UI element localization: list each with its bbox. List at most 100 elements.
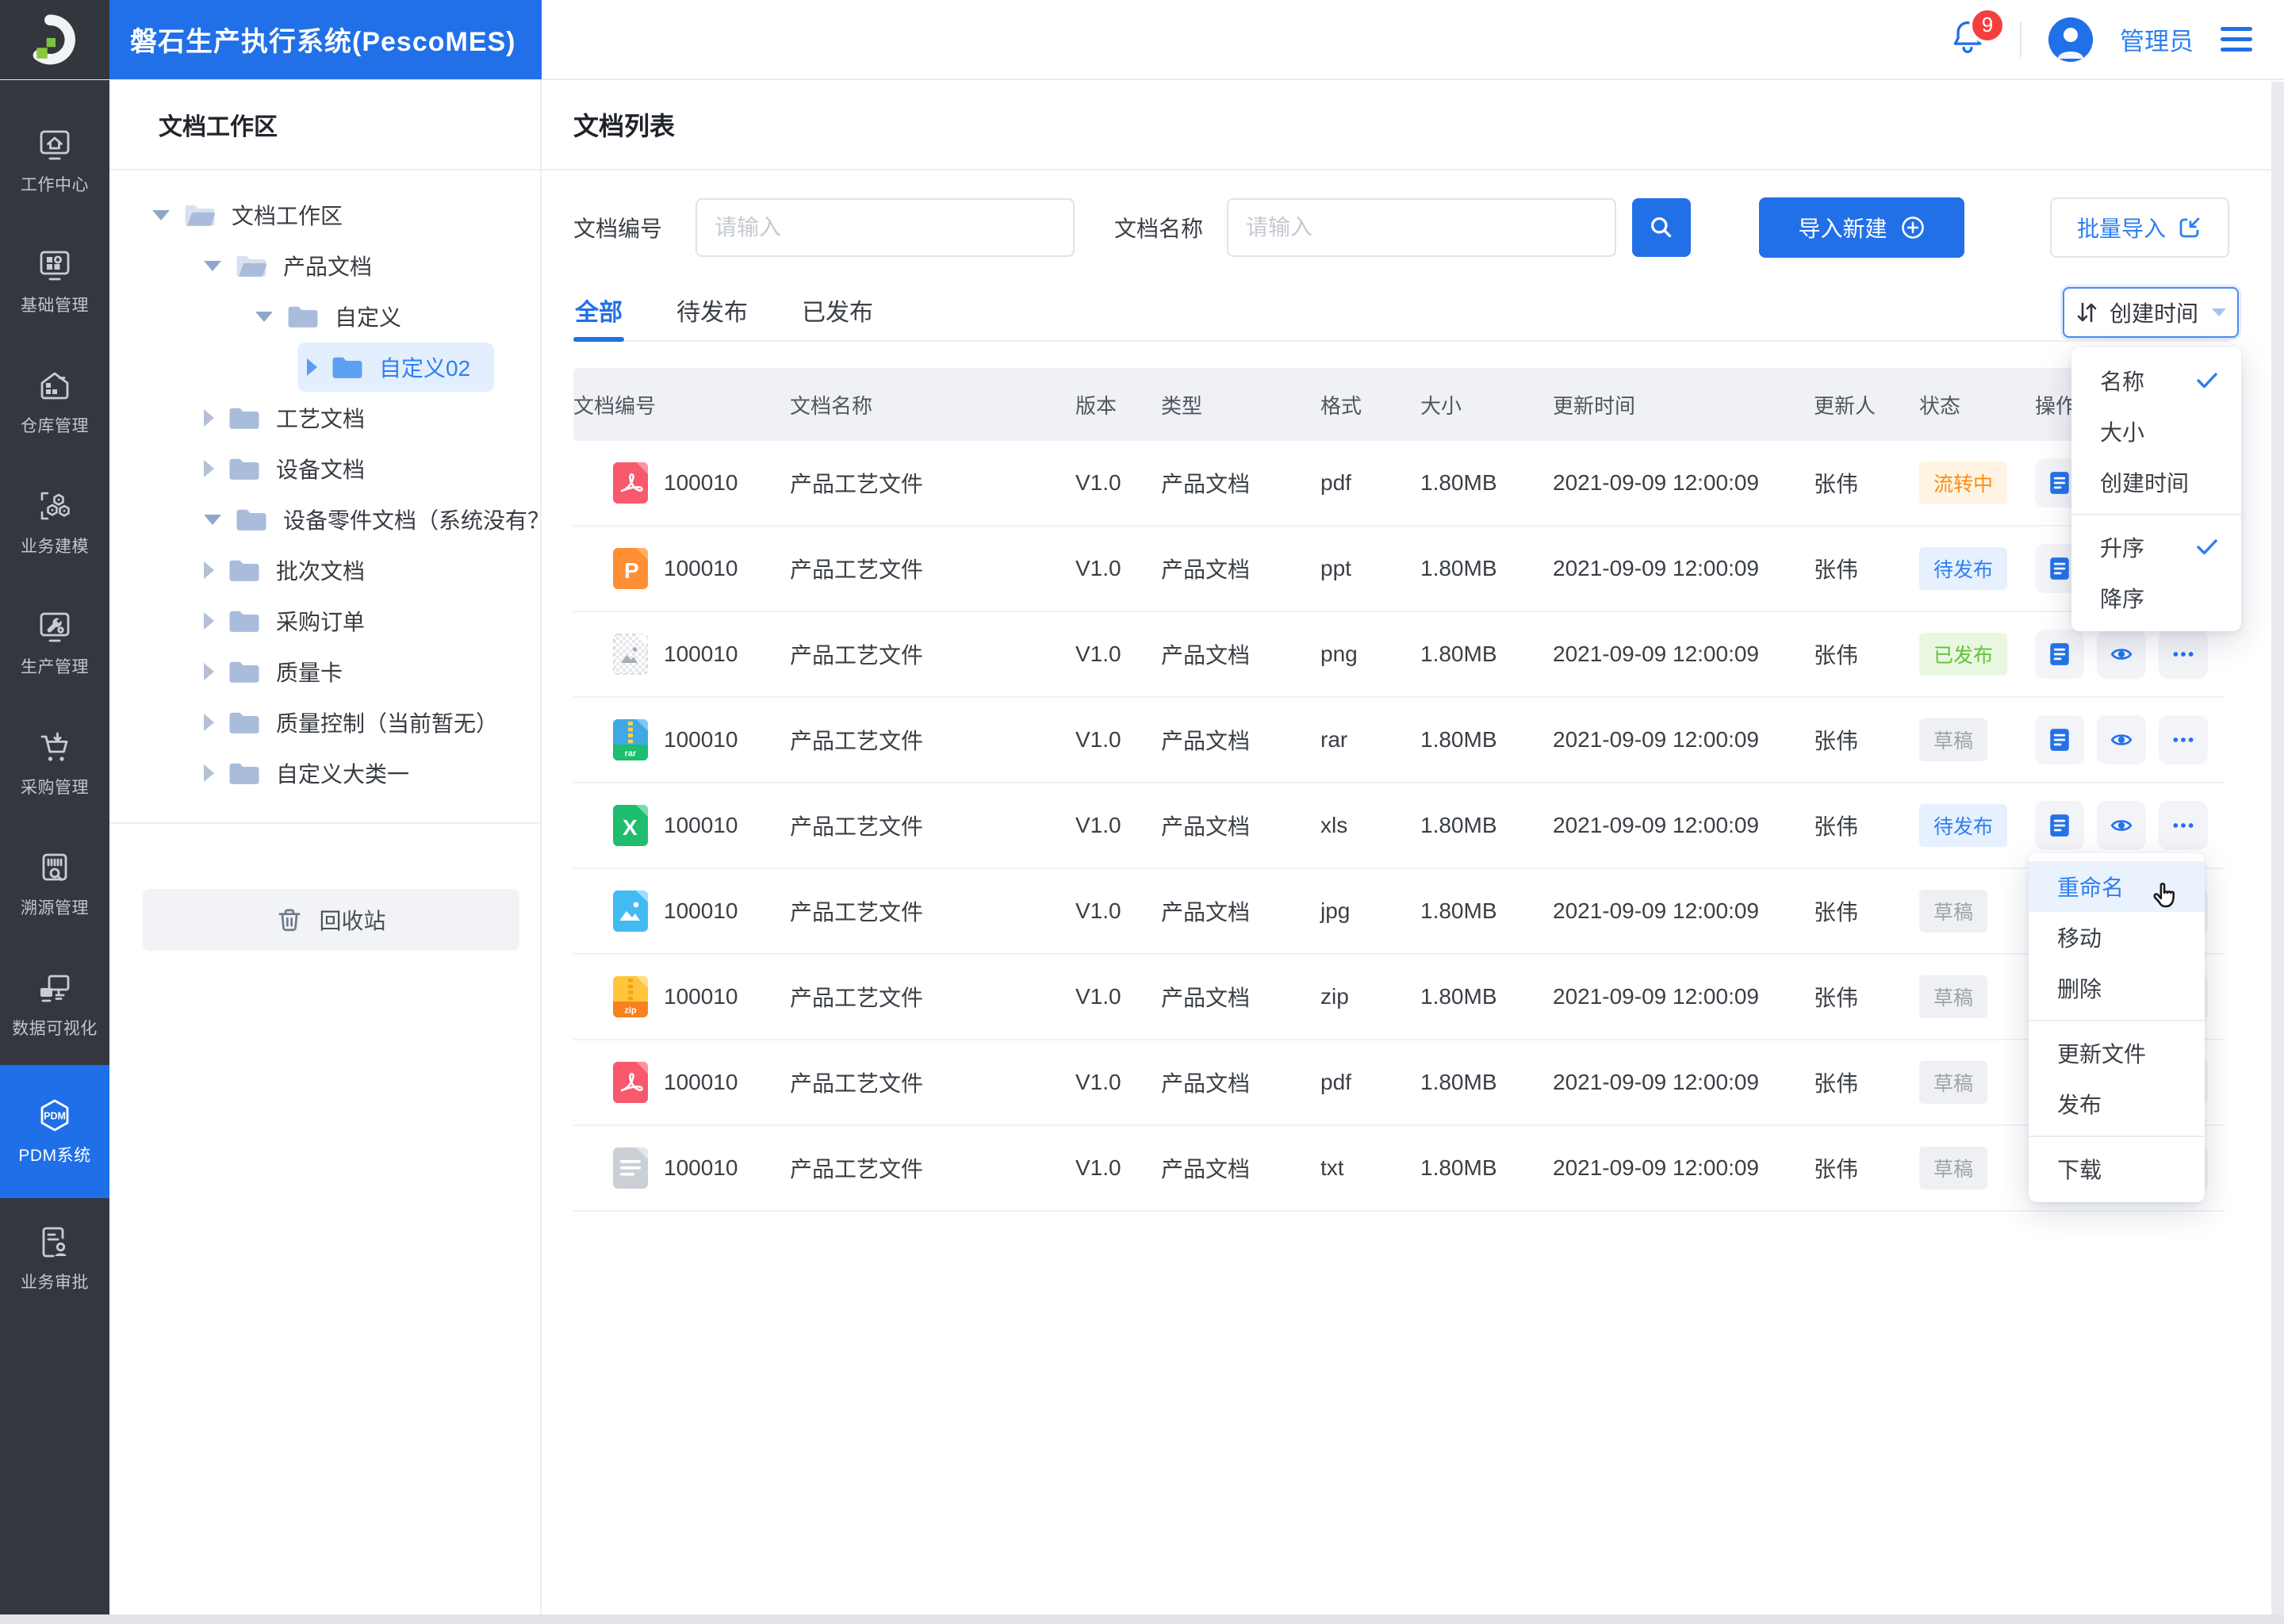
caret-icon[interactable] [255,311,273,322]
context-menu-item[interactable]: 发布 [2029,1078,2205,1129]
context-menu-item[interactable]: 移动 [2029,912,2205,963]
tree-node[interactable]: 自定义02 [109,342,540,393]
caret-icon[interactable] [204,714,214,731]
sort-button[interactable]: 创建时间 [2063,287,2239,338]
caret-icon[interactable] [204,561,214,579]
table-row[interactable]: 100010 产品工艺文件 V1.0 产品文档 ppt 1.80MB 2021-… [573,527,2225,612]
table-row[interactable]: 100010 产品工艺文件 V1.0 产品文档 rar 1.80MB 2021-… [573,698,2225,783]
table-row[interactable]: 100010 产品工艺文件 V1.0 产品文档 pdf 1.80MB 2021-… [573,441,2225,527]
sort-field-label: 名称 [2100,370,2145,394]
nav-rail-item[interactable]: 采购管理 [0,703,109,824]
nav-rail-item[interactable]: 数据可视化 [0,944,109,1065]
table-row[interactable]: 100010 产品工艺文件 V1.0 产品文档 png 1.80MB 2021-… [573,612,2225,698]
context-menu-item[interactable]: 下载 [2029,1143,2205,1194]
tree-node[interactable]: 质量控制（当前暂无） [109,697,540,748]
doc-updated: 2021-09-09 12:00:09 [1553,727,1759,752]
nav-rail-item[interactable]: 工作中心 [0,101,109,221]
status-badge: 草稿 [1919,890,1988,933]
doc-name: 产品工艺文件 [790,986,924,1010]
sort-field-option[interactable]: 名称 [2071,355,2241,406]
file-type-icon [613,805,648,846]
sort-field-option[interactable]: 创建时间 [2071,457,2241,508]
caret-icon[interactable] [204,663,214,680]
menu-burger-icon[interactable] [2221,27,2252,52]
caret-icon[interactable] [204,612,214,630]
context-menu-item[interactable]: 删除 [2029,963,2205,1013]
doc-name-label: 文档名称 [1114,216,1204,241]
table-row[interactable]: 100010 产品工艺文件 V1.0 产品文档 jpg 1.80MB 2021-… [573,869,2225,955]
doc-updater: 张伟 [1814,557,1859,582]
preview-button[interactable] [2097,715,2146,764]
tree-node[interactable]: 质量卡 [109,646,540,697]
tree-node[interactable]: 自定义 [109,291,540,342]
table-row[interactable]: 100010 产品工艺文件 V1.0 产品文档 txt 1.80MB 2021-… [573,1126,2225,1212]
table-header-cell: 大小 [1420,393,1462,418]
nav-rail-item[interactable]: 基础管理 [0,221,109,342]
doc-version: V1.0 [1075,984,1121,1009]
tree-node[interactable]: 采购订单 [109,596,540,646]
caret-icon[interactable] [204,514,221,525]
user-name[interactable]: 管理员 [2120,21,2194,57]
caret-icon[interactable] [204,460,214,477]
doc-size: 1.80MB [1420,1070,1497,1094]
table-row[interactable]: 100010 产品工艺文件 V1.0 产品文档 pdf 1.80MB 2021-… [573,1040,2225,1126]
tree-node[interactable]: 自定义大类一 [109,748,540,799]
caret-icon[interactable] [204,409,214,427]
sort-order-option[interactable]: 降序 [2071,573,2241,623]
tree-node[interactable]: 文档工作区 [109,190,540,240]
doc-name-input[interactable] [1227,198,1617,257]
doc-version: V1.0 [1075,898,1121,923]
eye-icon [2110,642,2133,667]
nav-rail-item[interactable]: 业务审批 [0,1198,109,1319]
more-button[interactable] [2159,715,2208,764]
nav-rail-item[interactable]: 生产管理 [0,583,109,703]
detail-button[interactable] [2035,715,2084,764]
doc-format: jpg [1320,898,1351,923]
table-row[interactable]: 100010 产品工艺文件 V1.0 产品文档 zip 1.80MB 2021-… [573,955,2225,1040]
nav-rail-item[interactable]: 业务建模 [0,462,109,583]
detail-button[interactable] [2035,801,2084,850]
file-type-icon [613,548,648,589]
table-header-cell: 状态 [1919,393,1961,418]
sort-order-option[interactable]: 升序 [2071,522,2241,573]
avatar[interactable] [2048,17,2093,62]
caret-icon[interactable] [307,358,317,376]
more-button[interactable] [2159,801,2208,850]
status-tab[interactable]: 已发布 [800,288,875,340]
doc-size: 1.80MB [1420,727,1497,752]
context-menu-item[interactable]: 更新文件 [2029,1028,2205,1078]
caret-icon[interactable] [204,764,214,782]
document-sidebar: 文档工作区 文档工作区 产品文档 自定义 自定义02 工艺文档 设备文档 设备零… [109,80,572,1614]
preview-button[interactable] [2097,630,2146,679]
tree-node[interactable]: 工艺文档 [109,393,540,443]
tree-node[interactable]: 产品文档 [109,240,540,291]
more-button[interactable] [2159,630,2208,679]
scrollbar-track[interactable] [2271,82,2284,1614]
caret-icon[interactable] [152,209,170,220]
sort-field-option[interactable]: 大小 [2071,406,2241,457]
doc-no-input[interactable] [696,198,1075,257]
nav-rail-item[interactable]: PDM系统 [0,1065,109,1198]
detail-button[interactable] [2035,630,2084,679]
notifications-button[interactable]: 9 [1947,6,2006,63]
table-row[interactable]: 100010 产品工艺文件 V1.0 产品文档 xls 1.80MB 2021-… [573,783,2225,869]
nav-rail-item[interactable]: 溯源管理 [0,824,109,944]
preview-button[interactable] [2097,801,2146,850]
caret-icon[interactable] [204,260,221,271]
app-logo[interactable] [0,0,109,79]
more-dots-icon [2171,642,2195,667]
tree-node[interactable]: 批次文档 [109,545,540,596]
status-tab[interactable]: 待发布 [675,288,749,340]
doc-name: 产品工艺文件 [790,472,924,496]
doc-version: V1.0 [1075,470,1121,495]
batch-import-button[interactable]: 批量导入 [2050,197,2229,258]
nav-rail-item[interactable]: 仓库管理 [0,342,109,462]
doc-updated: 2021-09-09 12:00:09 [1553,813,1759,837]
tree-node[interactable]: 设备零件文档（系统没有？） [109,494,572,545]
tree-node[interactable]: 设备文档 [109,443,540,494]
nav-rail-label: 工作中心 [21,176,89,194]
search-button[interactable] [1632,198,1692,257]
import-new-button[interactable]: 导入新建 [1759,197,1964,258]
status-tab[interactable]: 全部 [573,288,624,342]
recycle-bin-button[interactable]: 回收站 [143,889,519,951]
